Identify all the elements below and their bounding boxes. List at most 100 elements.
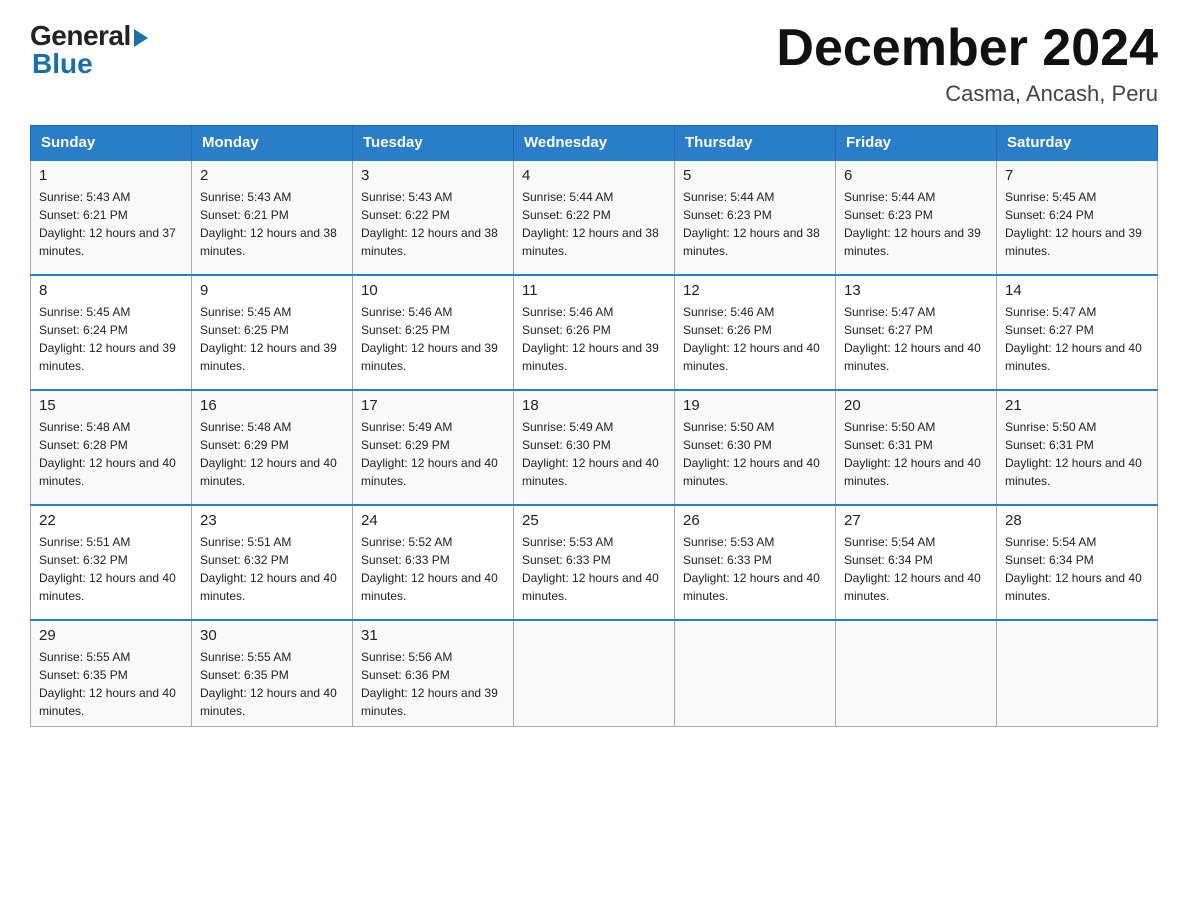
- calendar-cell: 10 Sunrise: 5:46 AM Sunset: 6:25 PM Dayl…: [353, 275, 514, 390]
- title-block: December 2024 Casma, Ancash, Peru: [776, 20, 1158, 107]
- daylight-label: Daylight: 12 hours and 40 minutes.: [683, 456, 820, 488]
- sunset-label: Sunset: 6:26 PM: [522, 323, 611, 337]
- week-row-4: 22 Sunrise: 5:51 AM Sunset: 6:32 PM Dayl…: [31, 505, 1158, 620]
- daylight-label: Daylight: 12 hours and 40 minutes.: [844, 571, 981, 603]
- sunrise-label: Sunrise: 5:51 AM: [39, 535, 130, 549]
- day-info: Sunrise: 5:50 AM Sunset: 6:31 PM Dayligh…: [844, 418, 988, 490]
- day-number: 8: [39, 282, 183, 299]
- sunrise-label: Sunrise: 5:55 AM: [39, 650, 130, 664]
- sunset-label: Sunset: 6:29 PM: [361, 438, 450, 452]
- day-number: 13: [844, 282, 988, 299]
- sunrise-label: Sunrise: 5:43 AM: [39, 190, 130, 204]
- day-info: Sunrise: 5:55 AM Sunset: 6:35 PM Dayligh…: [39, 648, 183, 720]
- sunset-label: Sunset: 6:36 PM: [361, 668, 450, 682]
- daylight-label: Daylight: 12 hours and 39 minutes.: [39, 341, 176, 373]
- daylight-label: Daylight: 12 hours and 40 minutes.: [683, 571, 820, 603]
- calendar-cell: 20 Sunrise: 5:50 AM Sunset: 6:31 PM Dayl…: [836, 390, 997, 505]
- daylight-label: Daylight: 12 hours and 40 minutes.: [844, 341, 981, 373]
- calendar-cell: [997, 620, 1158, 727]
- day-number: 30: [200, 627, 344, 644]
- day-info: Sunrise: 5:54 AM Sunset: 6:34 PM Dayligh…: [1005, 533, 1149, 605]
- week-row-2: 8 Sunrise: 5:45 AM Sunset: 6:24 PM Dayli…: [31, 275, 1158, 390]
- day-number: 28: [1005, 512, 1149, 529]
- day-info: Sunrise: 5:50 AM Sunset: 6:31 PM Dayligh…: [1005, 418, 1149, 490]
- sunrise-label: Sunrise: 5:48 AM: [39, 420, 130, 434]
- day-number: 22: [39, 512, 183, 529]
- sunset-label: Sunset: 6:27 PM: [1005, 323, 1094, 337]
- calendar-cell: 15 Sunrise: 5:48 AM Sunset: 6:28 PM Dayl…: [31, 390, 192, 505]
- sunset-label: Sunset: 6:35 PM: [200, 668, 289, 682]
- calendar-cell: 14 Sunrise: 5:47 AM Sunset: 6:27 PM Dayl…: [997, 275, 1158, 390]
- calendar-cell: 8 Sunrise: 5:45 AM Sunset: 6:24 PM Dayli…: [31, 275, 192, 390]
- day-number: 6: [844, 167, 988, 184]
- calendar-subtitle: Casma, Ancash, Peru: [776, 81, 1158, 107]
- day-info: Sunrise: 5:53 AM Sunset: 6:33 PM Dayligh…: [683, 533, 827, 605]
- week-row-5: 29 Sunrise: 5:55 AM Sunset: 6:35 PM Dayl…: [31, 620, 1158, 727]
- sunrise-label: Sunrise: 5:55 AM: [200, 650, 291, 664]
- day-info: Sunrise: 5:49 AM Sunset: 6:30 PM Dayligh…: [522, 418, 666, 490]
- sunset-label: Sunset: 6:22 PM: [361, 208, 450, 222]
- day-info: Sunrise: 5:46 AM Sunset: 6:26 PM Dayligh…: [522, 303, 666, 375]
- day-info: Sunrise: 5:56 AM Sunset: 6:36 PM Dayligh…: [361, 648, 505, 720]
- calendar-cell: 24 Sunrise: 5:52 AM Sunset: 6:33 PM Dayl…: [353, 505, 514, 620]
- sunrise-label: Sunrise: 5:50 AM: [683, 420, 774, 434]
- day-number: 7: [1005, 167, 1149, 184]
- col-header-tuesday: Tuesday: [353, 126, 514, 161]
- calendar-cell: 6 Sunrise: 5:44 AM Sunset: 6:23 PM Dayli…: [836, 160, 997, 275]
- daylight-label: Daylight: 12 hours and 39 minutes.: [361, 686, 498, 718]
- sunrise-label: Sunrise: 5:53 AM: [522, 535, 613, 549]
- sunset-label: Sunset: 6:22 PM: [522, 208, 611, 222]
- day-number: 9: [200, 282, 344, 299]
- day-info: Sunrise: 5:44 AM Sunset: 6:23 PM Dayligh…: [844, 188, 988, 260]
- sunset-label: Sunset: 6:21 PM: [200, 208, 289, 222]
- sunset-label: Sunset: 6:27 PM: [844, 323, 933, 337]
- calendar-cell: [836, 620, 997, 727]
- day-number: 25: [522, 512, 666, 529]
- week-row-3: 15 Sunrise: 5:48 AM Sunset: 6:28 PM Dayl…: [31, 390, 1158, 505]
- day-info: Sunrise: 5:47 AM Sunset: 6:27 PM Dayligh…: [1005, 303, 1149, 375]
- col-header-friday: Friday: [836, 126, 997, 161]
- sunrise-label: Sunrise: 5:44 AM: [683, 190, 774, 204]
- day-info: Sunrise: 5:55 AM Sunset: 6:35 PM Dayligh…: [200, 648, 344, 720]
- day-number: 18: [522, 397, 666, 414]
- day-info: Sunrise: 5:47 AM Sunset: 6:27 PM Dayligh…: [844, 303, 988, 375]
- calendar-cell: [675, 620, 836, 727]
- logo-blue-text: Blue: [32, 48, 93, 80]
- daylight-label: Daylight: 12 hours and 39 minutes.: [361, 341, 498, 373]
- daylight-label: Daylight: 12 hours and 40 minutes.: [200, 686, 337, 718]
- daylight-label: Daylight: 12 hours and 40 minutes.: [844, 456, 981, 488]
- sunrise-label: Sunrise: 5:54 AM: [844, 535, 935, 549]
- sunset-label: Sunset: 6:30 PM: [683, 438, 772, 452]
- day-number: 23: [200, 512, 344, 529]
- sunset-label: Sunset: 6:30 PM: [522, 438, 611, 452]
- sunrise-label: Sunrise: 5:50 AM: [1005, 420, 1096, 434]
- day-number: 12: [683, 282, 827, 299]
- day-number: 21: [1005, 397, 1149, 414]
- calendar-cell: 4 Sunrise: 5:44 AM Sunset: 6:22 PM Dayli…: [514, 160, 675, 275]
- calendar-cell: 29 Sunrise: 5:55 AM Sunset: 6:35 PM Dayl…: [31, 620, 192, 727]
- calendar-cell: 7 Sunrise: 5:45 AM Sunset: 6:24 PM Dayli…: [997, 160, 1158, 275]
- sunrise-label: Sunrise: 5:52 AM: [361, 535, 452, 549]
- sunset-label: Sunset: 6:32 PM: [200, 553, 289, 567]
- calendar-cell: 18 Sunrise: 5:49 AM Sunset: 6:30 PM Dayl…: [514, 390, 675, 505]
- sunrise-label: Sunrise: 5:44 AM: [522, 190, 613, 204]
- day-info: Sunrise: 5:43 AM Sunset: 6:21 PM Dayligh…: [39, 188, 183, 260]
- sunrise-label: Sunrise: 5:48 AM: [200, 420, 291, 434]
- calendar-cell: 5 Sunrise: 5:44 AM Sunset: 6:23 PM Dayli…: [675, 160, 836, 275]
- day-number: 16: [200, 397, 344, 414]
- sunrise-label: Sunrise: 5:47 AM: [1005, 305, 1096, 319]
- day-info: Sunrise: 5:54 AM Sunset: 6:34 PM Dayligh…: [844, 533, 988, 605]
- daylight-label: Daylight: 12 hours and 40 minutes.: [522, 571, 659, 603]
- calendar-table: SundayMondayTuesdayWednesdayThursdayFrid…: [30, 125, 1158, 727]
- logo: General Blue: [30, 20, 148, 80]
- daylight-label: Daylight: 12 hours and 40 minutes.: [39, 686, 176, 718]
- sunset-label: Sunset: 6:25 PM: [361, 323, 450, 337]
- daylight-label: Daylight: 12 hours and 40 minutes.: [522, 456, 659, 488]
- daylight-label: Daylight: 12 hours and 38 minutes.: [200, 226, 337, 258]
- day-number: 5: [683, 167, 827, 184]
- calendar-cell: 30 Sunrise: 5:55 AM Sunset: 6:35 PM Dayl…: [192, 620, 353, 727]
- col-header-saturday: Saturday: [997, 126, 1158, 161]
- sunrise-label: Sunrise: 5:49 AM: [361, 420, 452, 434]
- day-number: 15: [39, 397, 183, 414]
- sunset-label: Sunset: 6:23 PM: [683, 208, 772, 222]
